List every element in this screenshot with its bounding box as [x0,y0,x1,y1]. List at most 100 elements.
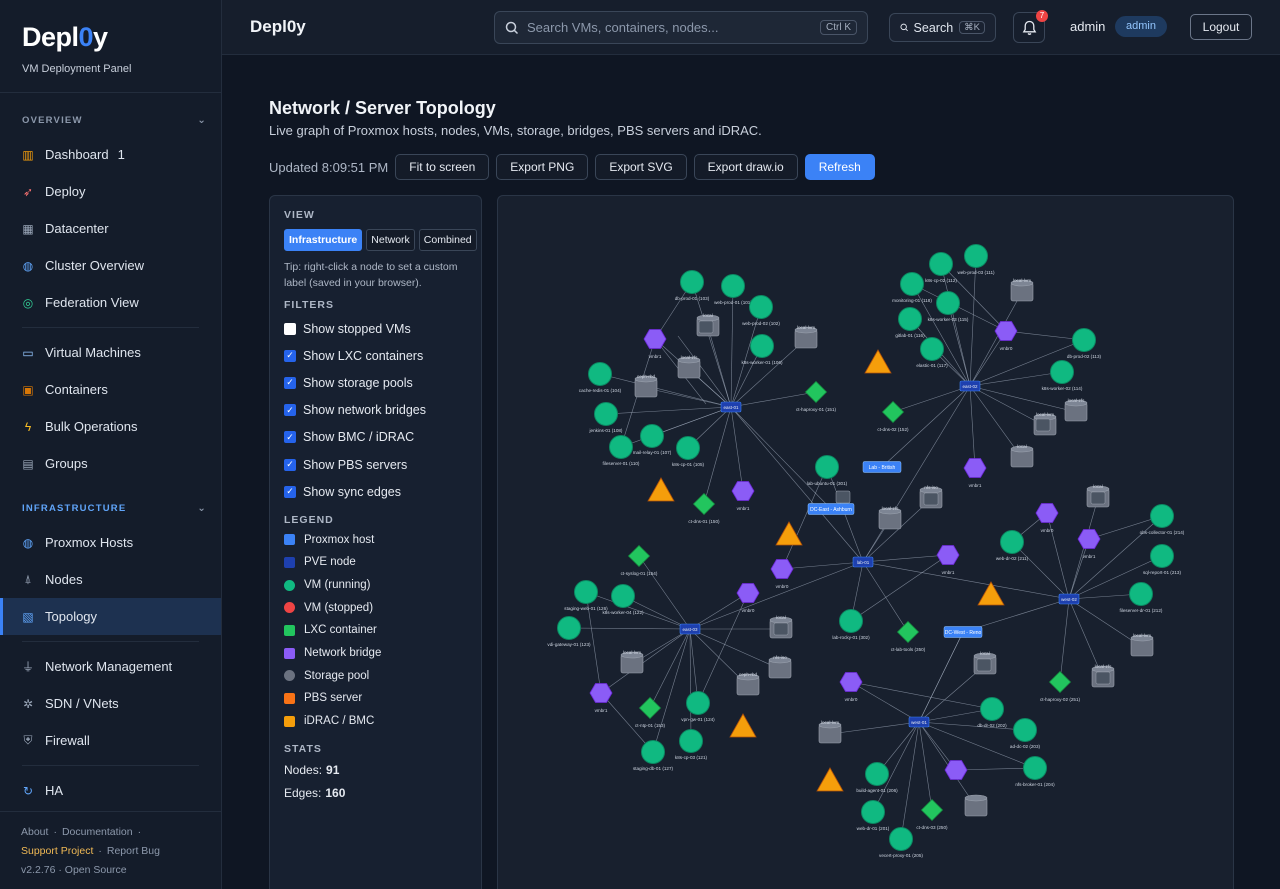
graph-edge[interactable] [918,721,977,808]
graph-edge[interactable] [862,561,909,633]
network-bridge-node[interactable] [944,760,968,780]
tab-network[interactable]: Network [366,229,415,251]
filter-show-storage-pools[interactable]: ✓ Show storage pools [284,369,467,396]
sidebar-item-groups[interactable]: ▤ Groups [0,445,221,482]
storage-pool-node[interactable] [878,507,902,530]
vm-running-node[interactable] [1150,504,1174,528]
vm-running-node[interactable] [676,436,700,460]
idrac-bmc-node[interactable] [864,349,892,374]
logout-button[interactable]: Logout [1190,14,1252,40]
sidebar-item-firewall[interactable]: ⛨ Firewall [0,722,221,759]
graph-edge[interactable] [781,561,864,570]
bmc-node[interactable] [1090,491,1106,505]
vm-running-node[interactable] [721,274,745,298]
lxc-container-node[interactable] [881,400,905,424]
graph-edge[interactable] [829,721,920,735]
vm-running-node[interactable] [679,729,703,753]
vm-running-node[interactable] [1000,530,1024,554]
filter-show-network-bridges[interactable]: ✓ Show network bridges [284,397,467,424]
checkbox[interactable]: ✓ [284,458,296,471]
filter-show-lxc-containers[interactable]: ✓ Show LXC containers [284,342,467,369]
filter-show-bmc-idrac[interactable]: ✓ Show BMC / iDRAC [284,424,467,451]
lxc-container-node[interactable] [692,492,716,516]
vm-running-node[interactable] [900,272,924,296]
bmc-node[interactable] [773,622,789,636]
idrac-bmc-node[interactable] [977,581,1005,606]
network-bridge-node[interactable] [731,481,755,501]
storage-pool-node[interactable] [677,356,701,379]
about-link[interactable]: About [21,826,48,838]
sidebar-item-dashboard[interactable]: ▥ Dashboard 1 [0,136,221,173]
graph-edge[interactable] [862,561,1070,600]
vm-running-node[interactable] [641,740,665,764]
proxmox-host-node[interactable]: DC-East - Ashburn [807,503,855,515]
app-logo[interactable]: Depl0y [22,22,199,53]
graph-edge[interactable] [689,592,749,630]
network-bridge-node[interactable] [936,545,960,565]
vm-running-node[interactable] [815,455,839,479]
pve-node[interactable]: east-02 [959,380,981,392]
lxc-container-node[interactable] [638,696,662,720]
filter-show-stopped-vms[interactable]: Show stopped VMs [284,315,467,342]
vm-running-node[interactable] [980,697,1004,721]
vm-running-node[interactable] [865,762,889,786]
storage-pool-node[interactable] [964,794,988,817]
storage-pool-node[interactable] [794,326,818,349]
graph-edge[interactable] [689,628,781,670]
vm-running-node[interactable] [611,584,635,608]
checkbox[interactable]: ✓ [284,376,296,389]
sidebar-item-proxmox-hosts[interactable]: ◍ Proxmox Hosts [0,524,221,561]
graph-edge[interactable] [707,326,732,408]
notifications-button[interactable]: 7 [1013,10,1048,43]
vm-running-node[interactable] [557,616,581,640]
idrac-bmc-node[interactable] [816,767,844,792]
export-drawio-button[interactable]: Export draw.io [693,154,798,180]
network-bridge-node[interactable] [736,583,760,603]
graph-edge[interactable] [969,291,1023,387]
storage-pool-node[interactable] [1010,445,1034,468]
tab-infrastructure[interactable]: Infrastructure [284,229,363,251]
sidebar-item-network-management[interactable]: ⏚ Network Management [0,648,221,685]
checkbox[interactable]: ✓ [284,431,296,444]
idrac-bmc-node[interactable] [647,477,675,502]
refresh-button[interactable]: Refresh [804,154,875,180]
network-bridge-node[interactable] [770,559,794,579]
sidebar-item-virtual-machines[interactable]: ▭ Virtual Machines [0,334,221,371]
pve-node[interactable]: west-02 [1058,593,1080,605]
vm-running-node[interactable] [750,334,774,358]
proxmox-host-node[interactable]: DC-West - Reno [943,626,983,638]
checkbox[interactable] [284,322,296,335]
graph-edge[interactable] [651,406,732,437]
graph-edge[interactable] [892,385,971,413]
graph-edge[interactable] [568,627,691,630]
topology-graph[interactable]: local-lvm local-zfs ceph-rbd local local-lvm… [497,195,1234,889]
storage-pool-node[interactable] [736,673,760,696]
sidebar-item-sdn-vnets[interactable]: ✲ SDN / VNets [0,685,221,722]
bmc-node[interactable] [835,490,851,504]
vm-running-node[interactable] [594,402,618,426]
graph-edge[interactable] [600,628,691,694]
vm-running-node[interactable] [686,691,710,715]
network-bridge-node[interactable] [839,672,863,692]
documentation-link[interactable]: Documentation [62,826,133,838]
vm-running-node[interactable] [920,337,944,361]
sidebar-item-topology[interactable]: ▧ Topology [0,598,221,635]
sidebar-item-federation-view[interactable]: ◎ Federation View [0,284,221,321]
graph-edge[interactable] [969,385,976,469]
section-overview[interactable]: OVERVIEW ⌄ [0,104,221,136]
vm-running-node[interactable] [898,307,922,331]
pve-node[interactable]: east-01 [720,401,742,413]
nodes-layer[interactable]: local-lvm local-zfs ceph-rbd local local-lvm… [547,244,1185,859]
idrac-bmc-node[interactable] [729,713,757,738]
graph-edge[interactable] [1046,512,1070,600]
graph-edge[interactable] [850,681,993,710]
graph-edge[interactable] [730,406,744,492]
vm-running-node[interactable] [1013,718,1037,742]
graph-edge[interactable] [1059,598,1070,683]
graph-edge[interactable] [918,721,933,811]
network-bridge-node[interactable] [994,321,1018,341]
sidebar-item-ha[interactable]: ↻ HA [0,772,221,809]
export-svg-button[interactable]: Export SVG [595,154,687,180]
bmc-node[interactable] [1035,418,1051,432]
vm-running-node[interactable] [640,424,664,448]
